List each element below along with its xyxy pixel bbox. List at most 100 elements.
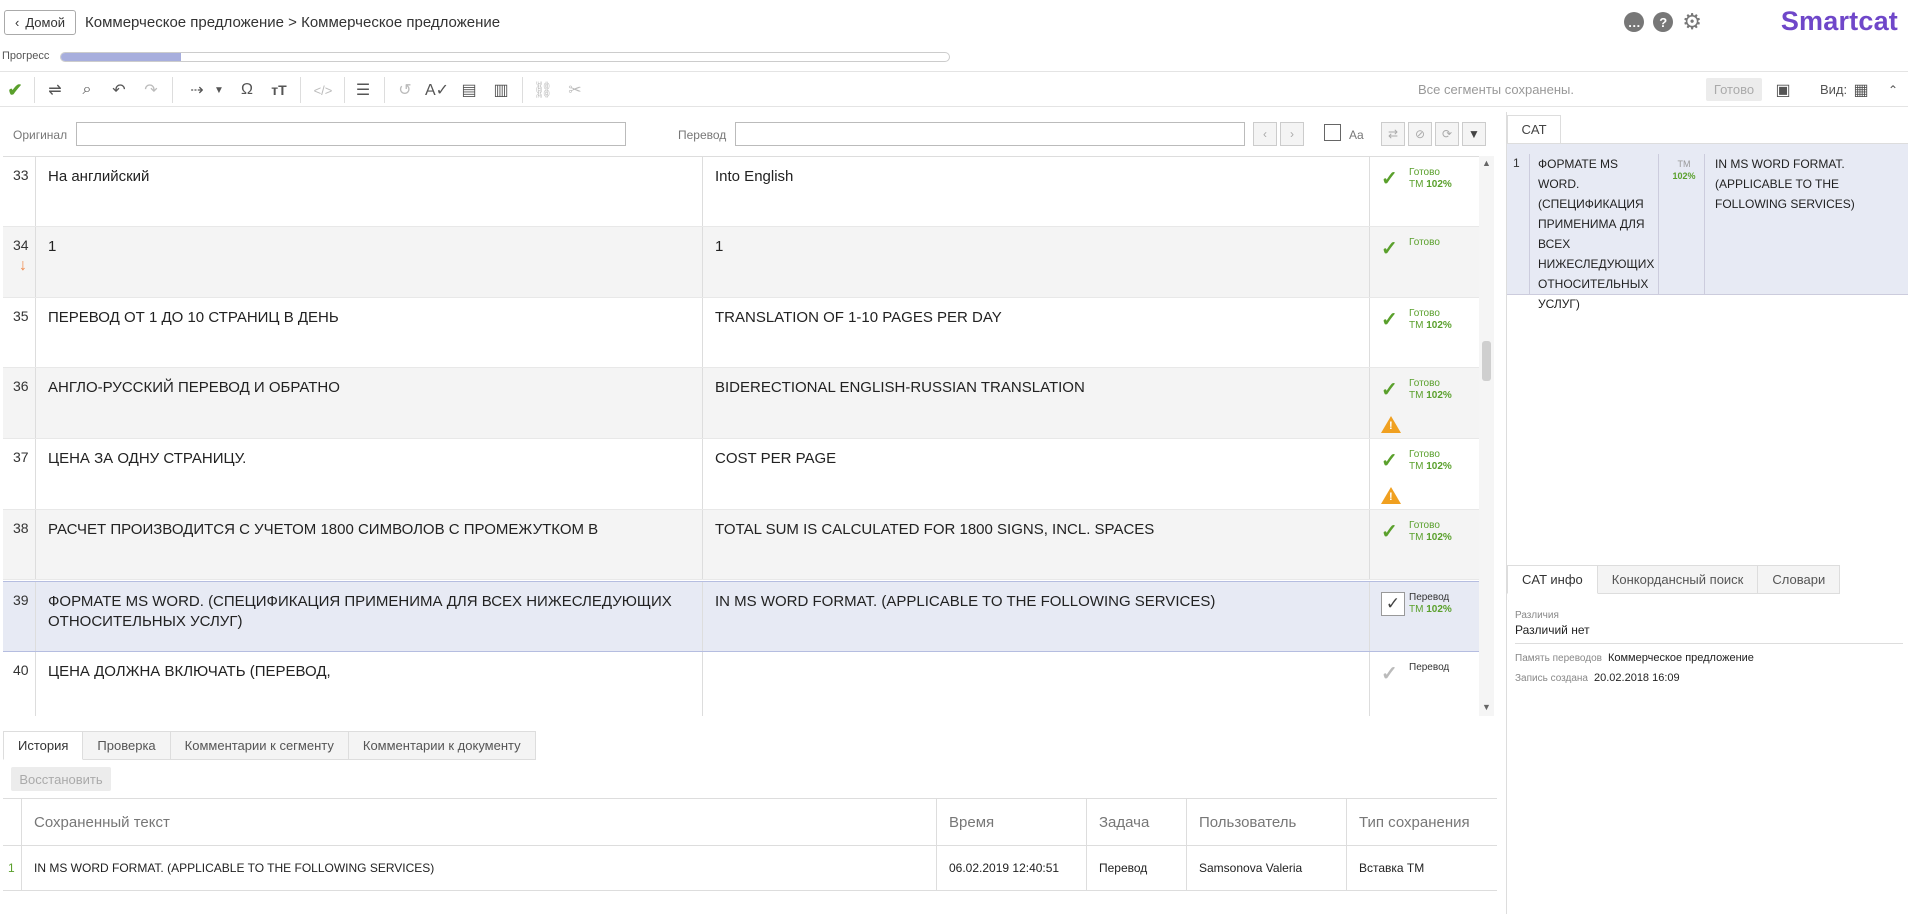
change-case-icon[interactable]: тТ [268,80,290,100]
status-text: Готово ТМ 102% [1409,308,1452,331]
tab-cat-info[interactable]: CAT инфо [1507,565,1598,594]
match-case-label: Aa [1349,128,1364,142]
grid-scrollbar[interactable]: ▲ ▼ [1479,156,1494,716]
profile-card-icon[interactable]: ▣ [1772,80,1794,100]
filter-icon[interactable]: ▼ [1462,122,1486,146]
special-chars-icon[interactable]: Ω [236,80,258,100]
status-text: Готово ТМ 102% [1409,449,1452,472]
restore-button[interactable]: Восстановить [11,767,111,791]
redo-icon[interactable]: ↷ [140,80,162,100]
warning-icon[interactable]: ! [1381,416,1401,433]
column-header: Задача [1086,799,1186,845]
segment-target[interactable]: 1 [715,237,1355,257]
info-tabs: CAT инфо Конкордансный поиск Словари [1507,565,1841,594]
segment-target[interactable]: COST PER PAGE [715,449,1355,469]
segment-row[interactable]: 36 АНГЛО-РУССКИЙ ПЕРЕВОД И ОБРАТНО BIDER… [3,368,1479,439]
tab-check[interactable]: Проверка [83,731,171,760]
ready-button[interactable]: Готово [1706,78,1762,101]
chat-icon[interactable]: … [1624,12,1645,32]
tab-cat[interactable]: CAT [1507,115,1561,143]
code-tags-icon[interactable]: </> [312,80,334,100]
segment-row[interactable]: 34 ↓ 1 1 ✓ Готово [3,227,1479,298]
check-icon: ✓ [1381,238,1398,260]
toolbar-separator [344,77,345,103]
revert-icon[interactable]: ↺ [394,80,416,100]
match-case-checkbox[interactable] [1324,124,1341,141]
segment-row[interactable]: 37 ЦЕНА ЗА ОДНУ СТРАНИЦУ. COST PER PAGE … [3,439,1479,510]
segment-target[interactable]: TRANSLATION OF 1-10 PAGES PER DAY [715,308,1355,328]
time-cell: 06.02.2019 12:40:51 [936,846,1086,890]
warning-icon[interactable]: ! [1381,487,1401,504]
status-text: Готово ТМ 102% [1409,167,1452,190]
toolbar-separator [522,77,523,103]
segment-target[interactable]: BIDERECTIONAL ENGLISH-RUSSIAN TRANSLATIO… [715,378,1355,398]
segment-target[interactable]: TOTAL SUM IS CALCULATED FOR 1800 SIGNS, … [715,520,1355,540]
scroll-thumb[interactable] [1482,341,1491,381]
column-divider [702,368,703,438]
copy-source-icon[interactable]: ⇌ [44,80,66,100]
layout-grid-icon[interactable]: ▦ [1850,80,1872,100]
help-icon[interactable]: ? [1653,12,1674,32]
collapse-up-icon[interactable]: ⌃ [1882,80,1904,100]
segment-row[interactable]: 38 РАСЧЕТ ПРОИЗВОДИТСЯ С УЧЕТОМ 1800 СИМ… [3,510,1479,580]
check-icon: ✓ [1381,379,1398,401]
status-text: Готово ТМ 102% [1409,520,1452,543]
chevron-left-icon: ‹ [15,15,20,30]
bottom-tabs: История Проверка Комментарии к сегменту … [3,731,536,760]
segment-target-editor[interactable]: IN MS WORD FORMAT. (APPLICABLE TO THE FO… [715,592,1355,612]
chevron-down-icon[interactable]: ▼ [208,80,230,100]
segment-source: ПЕРЕВОД ОТ 1 ДО 10 СТРАНИЦ В ДЕНЬ [48,309,339,326]
home-button[interactable]: ‹ Домой [4,10,76,35]
spellcheck-icon[interactable]: A✓ [425,80,449,100]
segment-row[interactable]: 40 ЦЕНА ДОЛЖНА ВКЛЮЧАТЬ (ПЕРЕВОД, ✓ Пере… [3,652,1479,716]
cat-results: 1 ФОРМАТЕ MS WORD. (СПЕЦИФИКАЦИЯ ПРИМЕНИ… [1507,143,1908,553]
user-cell: Samsonova Valeria [1186,846,1346,890]
tab-glossaries[interactable]: Словари [1758,565,1841,594]
progress-row: Прогресс [0,50,960,64]
bottom-panel: История Проверка Комментарии к сегменту … [3,731,1497,914]
editor-toolbar: ✔ ⇌ ⌕ ↶ ↷ ⇢ ▼ Ω тТ </> ☰ ↺ A✓ ▤ ▥ ⛓ ✂ Вс… [0,71,1908,107]
source-filter-input[interactable] [76,122,626,146]
tab-history[interactable]: История [3,731,84,760]
scroll-up-icon[interactable]: ▲ [1482,158,1491,168]
tab-concordance[interactable]: Конкордансный поиск [1597,565,1759,594]
cat-info-panel: Различия Различий нет Память переводов Ко… [1515,610,1903,684]
confirm-segment-icon[interactable]: ✔ [4,80,26,100]
insert-tag-icon[interactable]: ⇢ [186,80,208,100]
cat-match-number: 1 [1513,156,1520,170]
refresh-icon[interactable]: ⟳ [1435,122,1459,146]
column-divider [1369,652,1370,716]
clear-filter-icon[interactable]: ⊘ [1408,122,1432,146]
progress-bar [60,52,950,62]
next-match-icon[interactable]: › [1280,122,1304,146]
smartcat-logo[interactable]: Smartcat [1781,6,1898,37]
split-segment-icon[interactable]: ☰ [352,80,374,100]
status-text: Готово [1409,237,1440,248]
unjoin-segments-icon[interactable]: ✂ [564,80,586,100]
scroll-down-icon[interactable]: ▼ [1482,702,1491,712]
tab-segment-comments[interactable]: Комментарии к сегменту [170,731,349,760]
undo-icon[interactable]: ↶ [108,80,130,100]
gear-icon[interactable]: ⚙ [1682,11,1702,33]
prev-match-icon[interactable]: ‹ [1253,122,1277,146]
join-segments-icon[interactable]: ⛓ [532,80,554,100]
cat-match-row[interactable]: 1 ФОРМАТЕ MS WORD. (СПЕЦИФИКАЦИЯ ПРИМЕНИ… [1507,144,1908,311]
target-filter-input[interactable] [735,122,1245,146]
segment-row[interactable]: 35 ПЕРЕВОД ОТ 1 ДО 10 СТРАНИЦ В ДЕНЬ TRA… [3,298,1479,368]
confirm-checkbox[interactable]: ✓ [1381,592,1405,616]
saved-text-cell: IN MS WORD FORMAT. (APPLICABLE TO THE FO… [21,846,941,890]
search-replace-icon[interactable]: ⌕ [76,80,98,100]
segment-source: На английский [48,168,150,185]
history-header: Сохраненный текст Время Задача Пользоват… [3,799,1497,846]
segment-row-active[interactable]: 39 ФОРМАТЕ MS WORD. (СПЕЦИФИКАЦИЯ ПРИМЕН… [3,581,1479,652]
status-text: Перевод [1409,662,1450,673]
home-label: Домой [25,15,65,30]
segment-row[interactable]: 33 На английский Into English ✓ Готово ТМ… [3,157,1479,227]
column-divider [702,582,703,651]
qa-check-icon[interactable]: ▤ [458,80,480,100]
replace-icon[interactable]: ⇄ [1381,122,1405,146]
table-row[interactable]: 1 IN MS WORD FORMAT. (APPLICABLE TO THE … [3,846,1497,891]
glossary-icon[interactable]: ▥ [490,80,512,100]
tab-document-comments[interactable]: Комментарии к документу [348,731,536,760]
segment-target[interactable]: Into English [715,167,1355,187]
